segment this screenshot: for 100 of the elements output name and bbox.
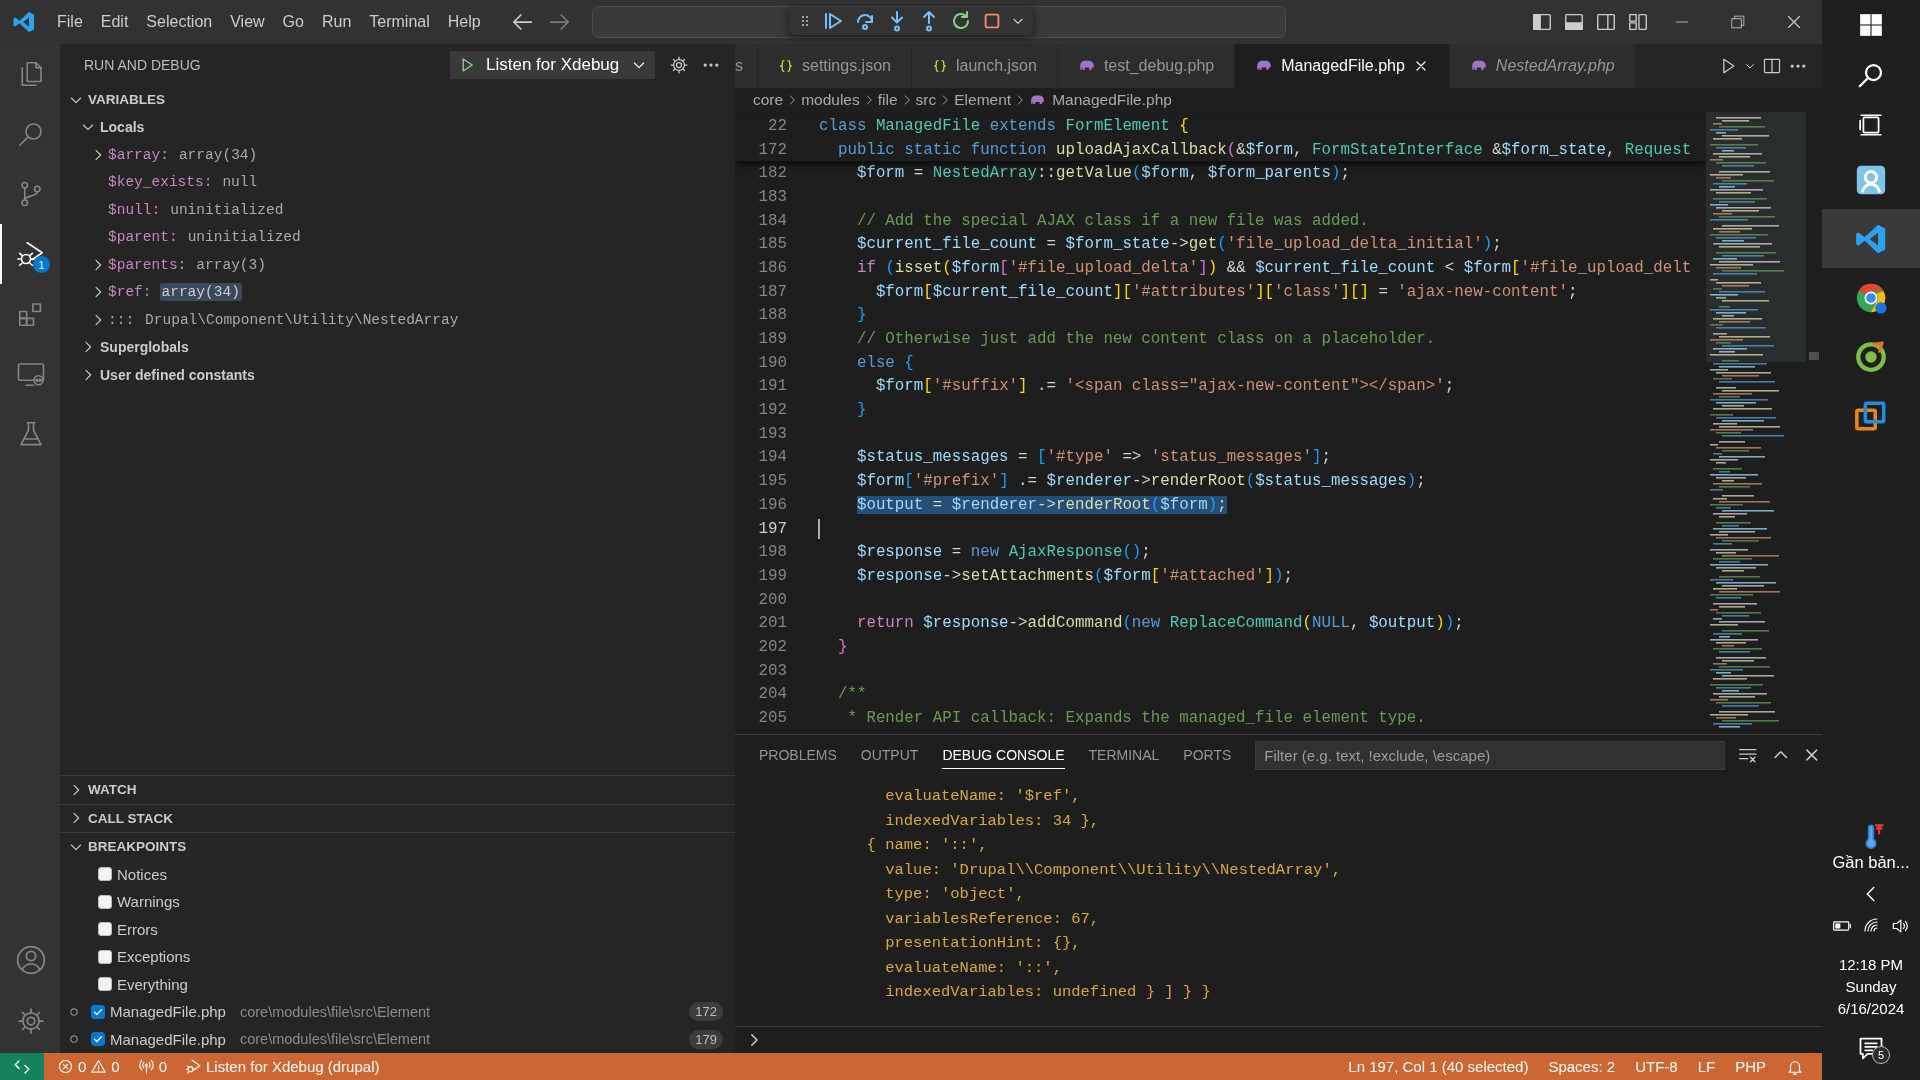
menu-item[interactable]: View <box>221 7 274 37</box>
squares-app-icon[interactable] <box>1854 398 1888 433</box>
breadcrumb-item[interactable]: modules <box>801 91 860 109</box>
checkbox[interactable] <box>91 1032 105 1047</box>
menu-item[interactable]: Terminal <box>360 7 439 37</box>
line-number: 199 <box>757 566 787 585</box>
scope-item[interactable]: Superglobals <box>60 333 735 361</box>
settings-icon[interactable] <box>669 55 689 75</box>
debug-status[interactable]: Listen for Xdebug (drupal) <box>176 1053 389 1080</box>
secondary-sidebar-toggle-icon[interactable] <box>1595 11 1617 33</box>
editor-tab[interactable]: launch.json <box>911 44 1058 88</box>
ports-status[interactable]: 0 <box>128 1053 177 1080</box>
editor-tab[interactable]: NestedArray.php <box>1449 44 1636 88</box>
editor-tab[interactable]: ManagedFile.php <box>1235 44 1450 88</box>
scope-item[interactable]: User defined constants <box>60 361 735 389</box>
status-item[interactable]: UTF-8 <box>1625 1053 1688 1080</box>
code-line: * Render API callback: Expands the managed_file element type. <box>847 709 1426 728</box>
checkbox[interactable] <box>98 922 112 937</box>
account-icon[interactable] <box>15 944 47 976</box>
panel-tab[interactable]: PROBLEMS <box>759 741 837 769</box>
clock-time[interactable]: 12:18 PM <box>1838 954 1904 976</box>
checkbox-label: Exceptions <box>117 948 191 966</box>
editor-tab[interactable]: s <box>735 44 758 88</box>
status-item[interactable]: Spaces: 2 <box>1538 1053 1626 1080</box>
breadcrumb-item[interactable]: Element <box>954 91 1012 109</box>
clock-date: 6/16/2024 <box>1837 999 1905 1019</box>
menu-item[interactable]: Edit <box>91 7 138 37</box>
task-view-icon[interactable] <box>1858 112 1884 138</box>
status-item[interactable]: Ln 197, Col 1 (40 selected) <box>1338 1053 1539 1080</box>
breadcrumb-item[interactable]: ManagedFile.php <box>1029 91 1172 109</box>
code-line: else { <box>856 353 914 372</box>
breakpoint-file[interactable]: ManagedFile.php <box>110 1030 226 1048</box>
console-line: evaluateName: '$ref', <box>884 786 1082 808</box>
line-number: 190 <box>757 353 787 372</box>
scrollbar-thumb[interactable] <box>1809 352 1819 360</box>
line-number: 193 <box>757 424 787 443</box>
menu-item[interactable]: Help <box>438 7 490 37</box>
code-line: $form['#prefix'] .= $renderer->renderRoot($status_messages); <box>856 472 1426 491</box>
menu-item[interactable]: File <box>48 7 92 37</box>
manage-gear-icon[interactable] <box>16 1006 46 1036</box>
variable-value: array(34) <box>177 145 259 164</box>
line-number: 202 <box>757 637 787 656</box>
line-number: 197 <box>757 519 787 538</box>
problems-status[interactable]: 0 0 <box>48 1053 129 1080</box>
breadcrumb-item[interactable]: core <box>753 91 784 109</box>
text-cursor <box>818 518 820 539</box>
editor-tab[interactable]: test_debug.php <box>1057 44 1236 88</box>
console-line: indexedVariables: undefined } ] } } <box>884 982 1212 1004</box>
command-center-field[interactable] <box>591 6 1286 38</box>
code-line: // Otherwise just add the new content class on a placeholder. <box>856 330 1436 349</box>
ring-app-icon[interactable] <box>1854 339 1888 374</box>
scope-item[interactable]: Locals <box>60 113 735 141</box>
section-header[interactable]: CALL STACK <box>60 803 735 832</box>
variable-name: $key_exists: <box>108 174 213 191</box>
section-header[interactable]: WATCH <box>60 775 735 804</box>
broadcast-icon <box>137 1058 155 1075</box>
console-line: value: 'Drupal\\Component\\Utility\\NestedArray', <box>884 859 1342 881</box>
code-line: public static function uploadAjaxCallback(&$form, FormStateInterface &$form_state, Request <box>837 140 1692 159</box>
panel-tab[interactable]: DEBUG CONSOLE <box>942 741 1065 769</box>
section-header[interactable]: BREAKPOINTS <box>60 832 735 861</box>
count-badge: 1 <box>33 256 50 273</box>
breakpoint-path: core\modules\file\src\Element <box>239 1003 431 1020</box>
start-windows-icon[interactable] <box>1858 12 1884 38</box>
checkbox[interactable] <box>91 1004 105 1019</box>
layout-grid-icon[interactable] <box>1627 11 1649 33</box>
status-item[interactable]: PHP <box>1725 1053 1776 1080</box>
panel-tab[interactable]: OUTPUT <box>860 741 919 769</box>
section-header[interactable]: VARIABLES <box>60 86 735 114</box>
console-line: type: 'object', <box>884 884 1026 906</box>
code-line: $form = NestedArray::getValue($form, $form_parents); <box>856 164 1350 183</box>
editor-tab[interactable]: settings.json <box>758 44 912 88</box>
filter-field[interactable]: Filter (e.g. text, !exclude, \escape) <box>1255 740 1726 770</box>
line-number: 192 <box>757 401 787 420</box>
breadcrumb-item[interactable]: file <box>877 91 898 109</box>
menu-item[interactable]: Go <box>273 7 313 37</box>
variable-value: array(3) <box>195 255 267 274</box>
notification-count: 5 <box>1872 1046 1890 1064</box>
line-number: 186 <box>757 258 787 277</box>
checkbox-label: Errors <box>117 920 158 938</box>
primary-sidebar-toggle-icon[interactable] <box>1531 11 1553 33</box>
menu-item[interactable]: Run <box>312 7 361 37</box>
line-number-badge: 179 <box>689 1029 723 1049</box>
panel-tab[interactable]: TERMINAL <box>1088 741 1160 769</box>
checkbox[interactable] <box>98 977 112 992</box>
variable-value: null <box>221 173 259 192</box>
menu-item[interactable]: Selection <box>137 7 222 37</box>
panel-toggle-icon[interactable] <box>1563 11 1585 33</box>
wifi-icon[interactable] <box>1862 916 1880 934</box>
weather-text[interactable]: Gần bản... <box>1832 853 1910 872</box>
split-editor-icon[interactable] <box>1762 56 1782 76</box>
debug-config-dropdown[interactable]: Listen for Xdebug <box>450 51 655 79</box>
variable-value: array(34) <box>159 283 242 302</box>
panel-tab[interactable]: PORTS <box>1183 741 1232 769</box>
checkbox[interactable] <box>98 949 112 964</box>
checkbox[interactable] <box>98 894 112 909</box>
breadcrumb-item[interactable]: src <box>915 91 937 109</box>
run-debug-icon[interactable] <box>16 239 46 269</box>
breakpoint-file[interactable]: ManagedFile.php <box>110 1003 226 1021</box>
checkbox[interactable] <box>98 867 112 882</box>
status-item[interactable]: LF <box>1687 1053 1726 1080</box>
